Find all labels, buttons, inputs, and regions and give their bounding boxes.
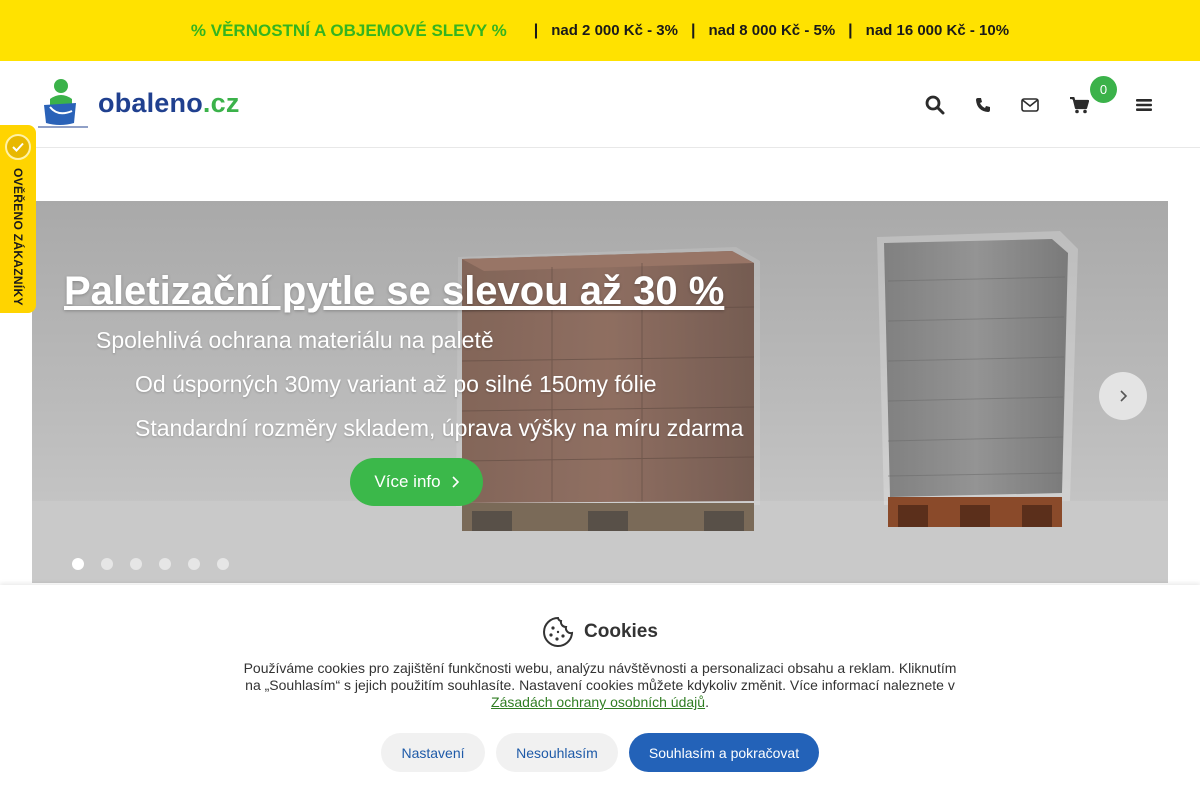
chevron-right-icon bbox=[452, 476, 459, 488]
phone-icon[interactable] bbox=[969, 91, 997, 119]
promo-separator: | bbox=[533, 21, 539, 39]
cookie-header: Cookies bbox=[0, 616, 1200, 648]
promo-separator: | bbox=[690, 21, 696, 39]
hero-line-2: Od úsporných 30my variant až po silné 15… bbox=[135, 371, 657, 397]
slider-dot-4[interactable] bbox=[159, 558, 171, 570]
cookie-banner: Cookies Používáme cookies pro zajištění … bbox=[0, 585, 1200, 800]
site-logo[interactable]: obaleno.cz bbox=[36, 77, 276, 129]
promo-separator: | bbox=[848, 21, 853, 39]
slider-dots bbox=[72, 558, 229, 570]
search-icon[interactable] bbox=[921, 91, 949, 119]
privacy-policy-link[interactable]: Zásadách ochrany osobních údajů bbox=[491, 694, 705, 710]
hero-slider: Paletizační pytle se slevou až 30 % Spol… bbox=[32, 201, 1168, 583]
chevron-right-icon bbox=[1120, 390, 1128, 402]
cookie-icon bbox=[543, 616, 574, 647]
slider-dot-5[interactable] bbox=[188, 558, 200, 570]
slider-dot-3[interactable] bbox=[130, 558, 142, 570]
cookie-message: Používáme cookies pro zajištění funkčnos… bbox=[240, 660, 960, 711]
site-header: obaleno.cz 0 bbox=[0, 61, 1200, 148]
promo-tier-2: nad 8 000 Kč - 5% bbox=[708, 22, 836, 39]
cookie-settings-button[interactable]: Nastavení bbox=[381, 733, 485, 772]
cookie-accept-button[interactable]: Souhlasím a pokračovat bbox=[629, 733, 819, 772]
more-info-button[interactable]: Více info bbox=[350, 458, 483, 506]
verified-customers-tab[interactable]: OVĚŘENO ZÁKAZNÍKY bbox=[0, 125, 36, 313]
mail-icon[interactable] bbox=[1016, 91, 1044, 119]
promo-tier-3: nad 16 000 Kč - 10% bbox=[865, 22, 1010, 39]
logo-tld: .cz bbox=[202, 87, 240, 118]
slider-next-button[interactable] bbox=[1099, 372, 1147, 420]
cookie-title: Cookies bbox=[584, 621, 658, 642]
cart-icon[interactable] bbox=[1065, 91, 1093, 119]
menu-icon[interactable] bbox=[1130, 91, 1158, 119]
cart-count-badge[interactable]: 0 bbox=[1090, 76, 1117, 103]
cookie-text: Používáme cookies pro zajištění funkčnos… bbox=[243, 660, 957, 693]
hero-line-3: Standardní rozměry skladem, úprava výšky… bbox=[135, 415, 744, 441]
logo-wordmark: obaleno.cz bbox=[98, 88, 240, 119]
promo-lead: % VĚRNOSTNÍ A OBJEMOVÉ SLEVY % bbox=[190, 20, 507, 40]
cookie-decline-button[interactable]: Nesouhlasím bbox=[496, 733, 618, 772]
cookie-link-suffix: . bbox=[705, 694, 709, 710]
promo-tier-1: nad 2 000 Kč - 3% bbox=[551, 22, 678, 39]
hero-line-1: Spolehlivá ochrana materiálu na paletě bbox=[96, 327, 494, 353]
verified-seal-icon bbox=[5, 134, 31, 160]
hero-title[interactable]: Paletizační pytle se slevou až 30 % bbox=[64, 269, 724, 314]
verified-label: OVĚŘENO ZÁKAZNÍKY bbox=[11, 168, 25, 306]
page: % VĚRNOSTNÍ A OBJEMOVÉ SLEVY % | nad 2 0… bbox=[0, 0, 1200, 800]
promo-bar: % VĚRNOSTNÍ A OBJEMOVÉ SLEVY % | nad 2 0… bbox=[0, 0, 1200, 61]
slider-dot-6[interactable] bbox=[217, 558, 229, 570]
slider-dot-1[interactable] bbox=[72, 558, 84, 570]
more-info-label: Více info bbox=[374, 472, 441, 491]
logo-mascot-icon bbox=[38, 79, 88, 128]
slider-dot-2[interactable] bbox=[101, 558, 113, 570]
logo-name: obaleno bbox=[98, 87, 203, 118]
